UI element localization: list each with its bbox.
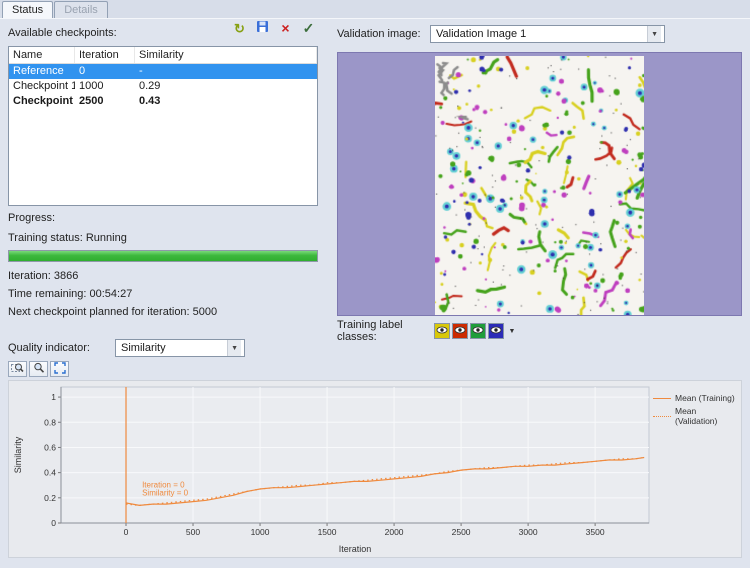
quality-indicator-selected-value: Similarity <box>121 342 166 354</box>
table-cell: Reference <box>9 64 75 79</box>
table-cell: 2500 <box>75 94 135 109</box>
tab-details[interactable]: Details <box>54 1 108 18</box>
svg-text:3500: 3500 <box>586 527 605 537</box>
chevron-down-icon: ▼ <box>509 328 516 335</box>
fit-view-icon <box>54 362 66 377</box>
zoom-selection-button[interactable] <box>8 361 27 377</box>
svg-text:0.6: 0.6 <box>44 442 56 452</box>
svg-text:0: 0 <box>51 518 56 528</box>
validation-image <box>435 56 643 315</box>
zoom-button[interactable] <box>29 361 48 377</box>
validation-image-select[interactable]: Validation Image 1 ▼ <box>430 25 665 43</box>
quality-indicator-select[interactable]: Similarity ▼ <box>115 339 245 357</box>
solid-line-sample-icon <box>653 398 671 399</box>
svg-text:2500: 2500 <box>452 527 471 537</box>
table-cell: 1000 <box>75 79 135 94</box>
svg-text:1500: 1500 <box>318 527 337 537</box>
class-visibility-button-2[interactable] <box>452 323 468 339</box>
quality-indicator-label: Quality indicator: <box>8 342 115 354</box>
progress-label: Progress: <box>8 212 318 224</box>
save-checkpoint-button[interactable] <box>253 19 272 37</box>
checkpoint-table: Name Iteration Similarity Reference0-Che… <box>8 46 318 206</box>
svg-text:0: 0 <box>124 527 129 537</box>
apply-checkpoint-button[interactable]: ✓ <box>299 19 318 37</box>
zoom-selection-icon <box>11 362 24 377</box>
table-row[interactable]: Reference0- <box>9 64 317 79</box>
progress-bar-fill <box>9 251 317 261</box>
time-remaining-label: Time remaining: 00:54:27 <box>8 288 318 300</box>
quality-panel: Quality indicator: Similarity ▼ 0 500 1000… <box>8 338 742 558</box>
save-icon <box>256 20 269 36</box>
legend-label: Mean (Validation) <box>675 406 739 426</box>
delete-icon: × <box>281 21 289 35</box>
validation-image-viewer[interactable] <box>337 52 742 316</box>
eye-icon <box>472 324 484 339</box>
iteration-label: Iteration: 3866 <box>8 270 318 282</box>
progress-bar <box>8 250 318 262</box>
checkpoint-table-body: Reference0-Checkpoint 110000.29Checkpoin… <box>9 64 317 109</box>
quality-chart-panel: 0 500 1000 1500 2000 2500 3000 3500 0 0.2 0.4 0.6 0.… <box>8 380 742 558</box>
svg-text:0.8: 0.8 <box>44 417 56 427</box>
table-row[interactable]: Checkpoint 225000.43 <box>9 94 317 109</box>
svg-text:0.4: 0.4 <box>44 468 56 478</box>
validation-image-label: Validation image: <box>337 28 430 40</box>
svg-text:2000: 2000 <box>385 527 404 537</box>
svg-text:Similarity: Similarity <box>13 436 23 473</box>
class-visibility-buttons <box>434 323 504 339</box>
class-visibility-button-3[interactable] <box>470 323 486 339</box>
checkpoint-toolbar: ↻ × ✓ <box>230 19 318 37</box>
dotted-line-sample-icon <box>653 416 671 417</box>
table-cell: 0 <box>75 64 135 79</box>
column-header-similarity[interactable]: Similarity <box>135 47 317 63</box>
svg-text:1: 1 <box>51 392 56 402</box>
magnifier-icon <box>33 362 45 377</box>
training-status-label: Training status: Running <box>8 232 318 244</box>
svg-text:0.2: 0.2 <box>44 493 56 503</box>
table-cell: 0.29 <box>135 79 317 94</box>
table-cell: Checkpoint 2 <box>9 94 75 109</box>
validation-panel: Validation image: Validation Image 1 ▼ T… <box>337 24 742 341</box>
tab-status[interactable]: Status <box>2 1 53 18</box>
class-options-dropdown-button[interactable]: ▼ <box>506 323 518 339</box>
svg-text:Similarity = 0: Similarity = 0 <box>142 488 189 497</box>
legend-label: Mean (Training) <box>675 393 735 403</box>
tab-bar: Status Details <box>0 0 750 19</box>
table-cell: Checkpoint 1 <box>9 79 75 94</box>
checkpoints-panel: Available checkpoints: ↻ × ✓ Name Iterat… <box>8 27 318 318</box>
class-visibility-button-1[interactable] <box>434 323 450 339</box>
table-cell: 0.43 <box>135 94 317 109</box>
legend-item: Mean (Training) <box>653 393 739 403</box>
refresh-checkpoints-button[interactable]: ↻ <box>230 19 249 37</box>
available-checkpoints-label: Available checkpoints: <box>8 27 117 39</box>
svg-text:500: 500 <box>186 527 200 537</box>
chevron-down-icon: ▼ <box>647 26 661 42</box>
next-checkpoint-label: Next checkpoint planned for iteration: 5… <box>8 306 318 318</box>
apply-checkmark-icon: ✓ <box>303 21 315 35</box>
table-row[interactable]: Checkpoint 110000.29 <box>9 79 317 94</box>
svg-text:Iteration: Iteration <box>339 544 372 554</box>
legend-item: Mean (Validation) <box>653 406 739 426</box>
refresh-icon: ↻ <box>234 22 245 35</box>
fit-view-button[interactable] <box>50 361 69 377</box>
svg-text:3000: 3000 <box>519 527 538 537</box>
chevron-down-icon: ▼ <box>227 340 241 356</box>
eye-icon <box>436 324 448 339</box>
column-header-name[interactable]: Name <box>9 47 75 63</box>
validation-image-selected-value: Validation Image 1 <box>436 28 526 40</box>
column-header-iteration[interactable]: Iteration <box>75 47 135 63</box>
table-cell: - <box>135 64 317 79</box>
class-visibility-button-4[interactable] <box>488 323 504 339</box>
svg-text:1000: 1000 <box>251 527 270 537</box>
eye-icon <box>490 324 502 339</box>
delete-checkpoint-button[interactable]: × <box>276 19 295 37</box>
chart-legend: Mean (Training) Mean (Validation) <box>653 393 739 426</box>
checkpoint-table-header: Name Iteration Similarity <box>9 47 317 64</box>
quality-chart: 0 500 1000 1500 2000 2500 3000 3500 0 0.2 0.4 0.6 0.… <box>9 381 655 557</box>
chart-toolbar <box>8 361 742 377</box>
eye-icon <box>454 324 466 339</box>
